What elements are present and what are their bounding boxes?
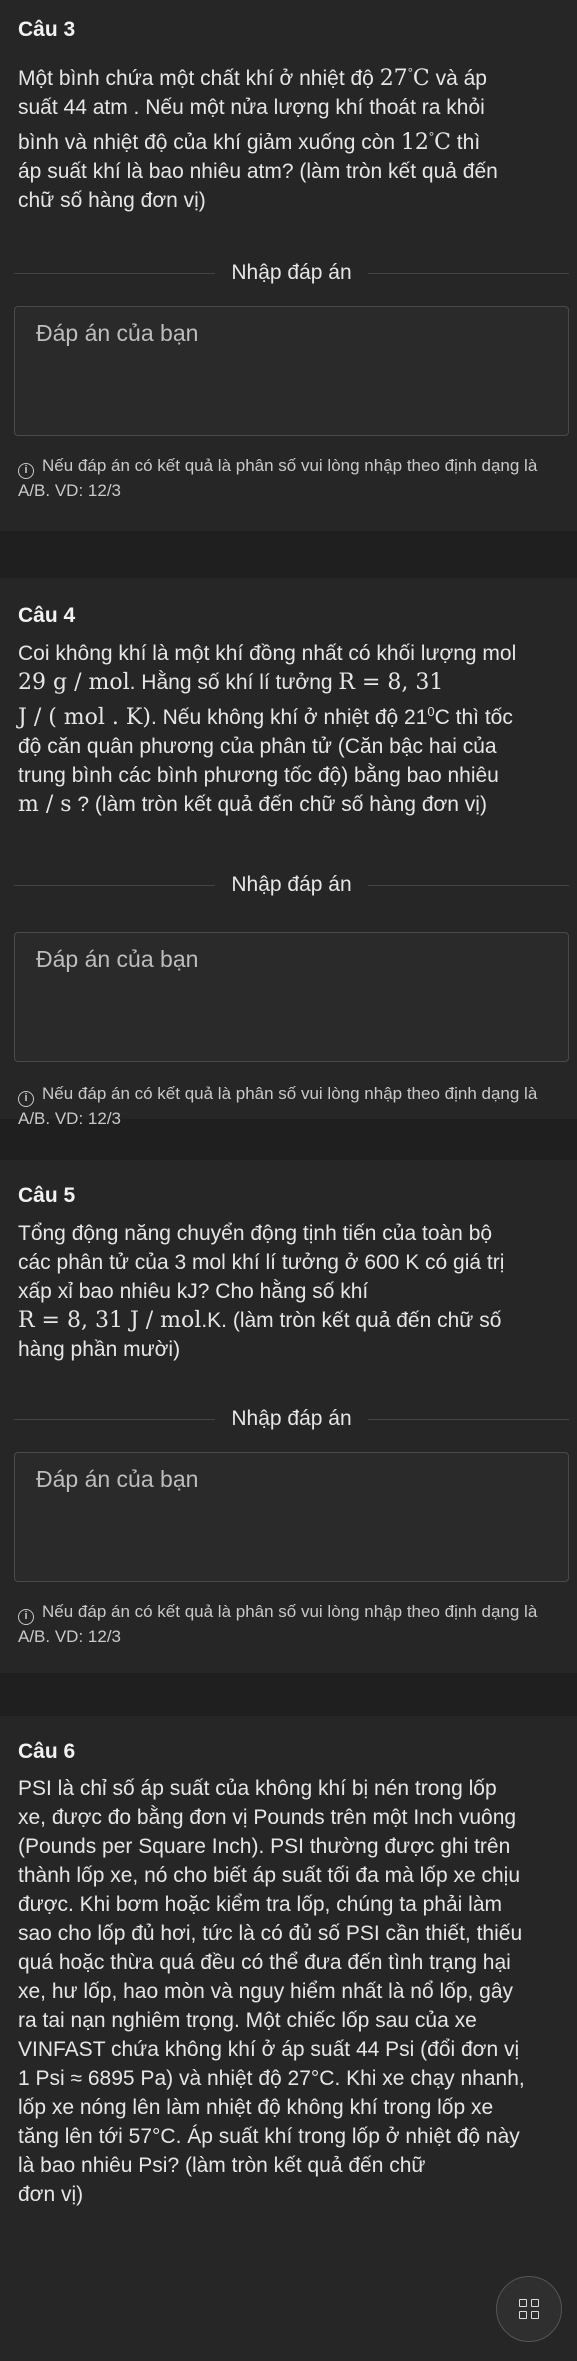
answer-input[interactable]: Đáp án của bạn (14, 932, 569, 1062)
answer-input[interactable]: Đáp án của bạn (14, 1452, 569, 1582)
input-heading: Nhập đáp án (14, 870, 569, 900)
format-note: i Nếu đáp án có kết quả là phân số vui lò… (18, 456, 538, 500)
question-text: Coi không khí là một khí đồng nhất có kh… (18, 642, 517, 817)
input-heading: Nhập đáp án (14, 1404, 569, 1434)
question-title: Câu 6 (18, 1740, 76, 1763)
question-text: Một bình chứa một chất khí ở nhiệt độ 27… (18, 65, 498, 212)
question-grid-button[interactable] (496, 2276, 562, 2342)
info-icon: i (18, 1609, 34, 1625)
question-text: Tổng động năng chuyển động tịnh tiến của… (18, 1222, 505, 1361)
format-note: i Nếu đáp án có kết quả là phân số vui lò… (18, 1602, 538, 1646)
question-title: Câu 5 (18, 1184, 76, 1207)
answer-placeholder: Đáp án của bạn (36, 946, 199, 972)
question-card-4: Câu 4 Coi không khí là một khí đồng nhất… (0, 578, 577, 1128)
question-title: Câu 3 (18, 18, 76, 41)
answer-placeholder: Đáp án của bạn (36, 320, 199, 346)
format-note: i Nếu đáp án có kết quả là phân số vui lò… (18, 1084, 538, 1128)
question-title: Câu 4 (18, 604, 76, 627)
question-card-6: Câu 6 PSI là chỉ số áp suất của không kh… (0, 1716, 577, 2361)
input-heading: Nhập đáp án (14, 258, 569, 288)
grid-icon (519, 2299, 527, 2307)
info-icon: i (18, 463, 34, 479)
answer-placeholder: Đáp án của bạn (36, 1466, 199, 1492)
question-card-3: Câu 3 Một bình chứa một chất khí ở nhiệt… (0, 0, 577, 531)
question-card-5: Câu 5 Tổng động năng chuyển động tịnh ti… (0, 1160, 577, 1673)
answer-input[interactable]: Đáp án của bạn (14, 306, 569, 436)
info-icon: i (18, 1091, 34, 1107)
question-text: PSI là chỉ số áp suất của không khí bị n… (18, 1777, 525, 2206)
